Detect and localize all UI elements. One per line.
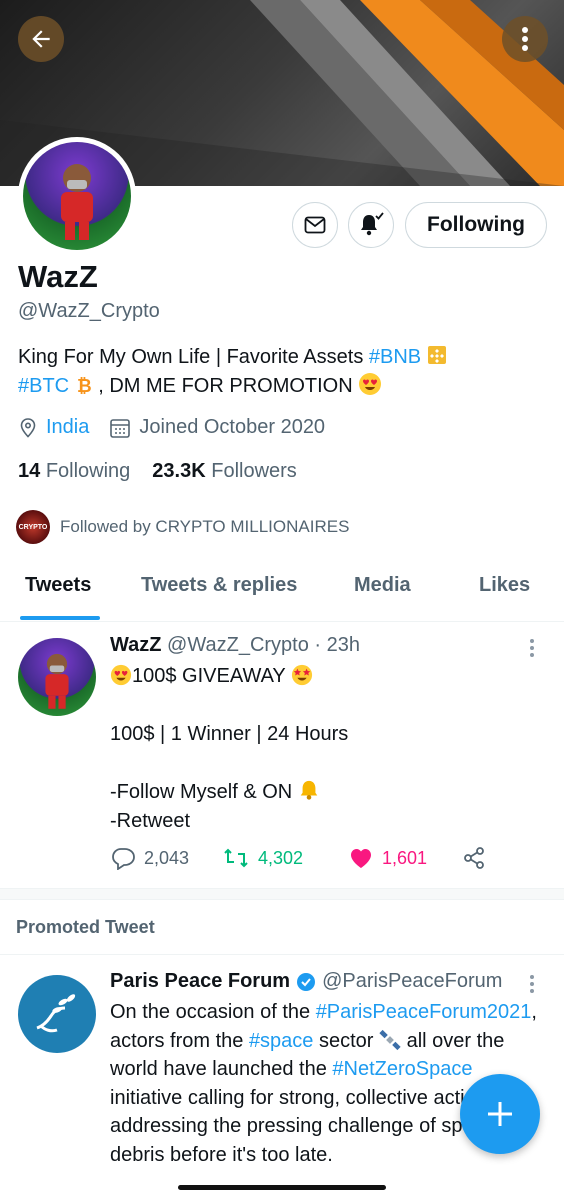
dove-logo-icon bbox=[36, 994, 76, 1033]
tweet-header: WazZ @WazZ_Crypto · 23h bbox=[110, 634, 360, 657]
location-pin-icon bbox=[20, 417, 36, 438]
followers-count: 23.3K bbox=[152, 460, 206, 482]
share-action[interactable] bbox=[462, 846, 486, 870]
calendar-icon bbox=[110, 418, 131, 438]
profile-avatar[interactable] bbox=[18, 137, 136, 255]
divider bbox=[0, 954, 564, 955]
reply-action[interactable]: 2,043 bbox=[110, 846, 222, 870]
follower-avatar-text: CRYPTO bbox=[18, 523, 48, 531]
tweet-more-button[interactable] bbox=[528, 638, 536, 663]
following-button[interactable]: Following bbox=[405, 202, 547, 248]
tweet-line-3: -Follow Myself & ON bbox=[110, 781, 293, 803]
more-vertical-icon bbox=[530, 975, 534, 993]
share-icon bbox=[464, 847, 484, 869]
hashtag-space-link[interactable]: #space bbox=[249, 1030, 314, 1052]
heart-eyes-emoji-icon bbox=[359, 373, 382, 395]
verified-badge-icon bbox=[297, 972, 316, 991]
tweet-handle-time: @WazZ_Crypto · 23h bbox=[167, 634, 360, 656]
profile-name: WazZ bbox=[18, 259, 98, 294]
envelope-icon bbox=[304, 216, 326, 234]
plus-icon bbox=[488, 1102, 512, 1126]
svg-text:₿: ₿ bbox=[77, 376, 92, 395]
promoted-handle: @ParisPeaceForum bbox=[322, 970, 503, 992]
hashtag-parispeaceforum-link[interactable]: #ParisPeaceForum2021 bbox=[316, 1001, 532, 1023]
joined-date: Joined October 2020 bbox=[139, 416, 326, 438]
promoted-tweet-label: Promoted Tweet bbox=[16, 917, 155, 937]
star-struck-emoji-icon bbox=[291, 664, 313, 686]
compose-tweet-button[interactable] bbox=[460, 1074, 540, 1154]
like-action[interactable]: 1,601 bbox=[348, 846, 462, 870]
bell-emoji-icon bbox=[300, 780, 318, 800]
follower-avatar: CRYPTO bbox=[16, 510, 50, 544]
promoted-text-1: On the occasion of the bbox=[110, 1001, 316, 1023]
tweet-line-1: 100$ GIVEAWAY bbox=[132, 665, 286, 687]
message-button[interactable] bbox=[292, 202, 338, 248]
tweet-author-avatar[interactable] bbox=[18, 638, 96, 716]
hashtag-netzerospace-link[interactable]: #NetZeroSpace bbox=[332, 1058, 472, 1080]
back-button[interactable] bbox=[18, 16, 64, 62]
heart-filled-icon bbox=[351, 849, 371, 868]
retweet-action[interactable]: 4,302 bbox=[222, 846, 348, 870]
heart-eyes-emoji-icon bbox=[110, 664, 132, 686]
section-separator bbox=[0, 888, 564, 900]
arrow-left-icon bbox=[32, 30, 50, 48]
promoted-tweet-header: Paris Peace Forum @ParisPeaceForum bbox=[110, 970, 502, 993]
bio-text: King For My Own Life | Favorite Assets bbox=[18, 346, 369, 368]
promoted-more-button[interactable] bbox=[528, 974, 536, 999]
reply-count: 2,043 bbox=[144, 847, 190, 868]
following-count: 14 bbox=[18, 460, 41, 482]
hashtag-bnb-link[interactable]: #BNB bbox=[369, 346, 421, 368]
promoted-text-3: sector bbox=[313, 1029, 380, 1052]
more-vertical-icon bbox=[530, 639, 534, 657]
bell-check-icon bbox=[361, 212, 384, 236]
reply-icon bbox=[112, 848, 135, 870]
like-count: 1,601 bbox=[382, 847, 428, 868]
more-vertical-icon bbox=[522, 27, 528, 51]
followers-stat[interactable]: 23.3K Followers bbox=[152, 460, 297, 483]
tab-tweets-replies[interactable]: Tweets & replies bbox=[141, 574, 297, 597]
home-indicator[interactable] bbox=[178, 1185, 386, 1190]
profile-meta: India Joined October 2020 bbox=[18, 416, 325, 439]
promoted-author-name[interactable]: Paris Peace Forum bbox=[110, 970, 290, 993]
profile-bio: King For My Own Life | Favorite Assets #… bbox=[18, 343, 548, 401]
tweet-author-name[interactable]: WazZ bbox=[110, 634, 161, 656]
tweet-line-4: -Retweet bbox=[110, 810, 191, 832]
profile-tabs: Tweets Tweets & replies Media Likes bbox=[0, 560, 564, 622]
tweet-actions: 2,043 4,302 1,601 bbox=[110, 846, 486, 870]
profile-stats: 14 Following 23.3K Followers bbox=[18, 460, 297, 483]
promoted-text-5: initiative calling for strong, collectiv… bbox=[110, 1086, 508, 1166]
following-stat[interactable]: 14 Following bbox=[18, 460, 130, 483]
active-tab-indicator bbox=[20, 616, 100, 620]
tweet-line-2: 100$ | 1 Winner | 24 Hours bbox=[110, 723, 349, 745]
bio-text-2: , DM ME FOR PROMOTION bbox=[92, 375, 353, 397]
following-label: Following bbox=[45, 460, 131, 482]
followed-by[interactable]: CRYPTO Followed by CRYPTO MILLIONAIRES bbox=[16, 510, 349, 544]
retweet-icon bbox=[224, 848, 248, 868]
retweet-count: 4,302 bbox=[258, 847, 304, 868]
bitcoin-emoji-icon: ₿ bbox=[77, 376, 92, 397]
more-options-button[interactable] bbox=[502, 16, 548, 62]
bnb-emoji-icon bbox=[427, 346, 446, 364]
tab-tweets[interactable]: Tweets bbox=[25, 574, 91, 597]
notifications-button[interactable] bbox=[348, 202, 394, 248]
location-link[interactable]: India bbox=[46, 416, 89, 439]
profile-handle: @WazZ_Crypto bbox=[18, 300, 160, 322]
tweet-text: 100$ GIVEAWAY 100$ | 1 Winner | 24 Hours… bbox=[110, 662, 540, 836]
tab-likes[interactable]: Likes bbox=[479, 574, 530, 597]
tab-media[interactable]: Media bbox=[354, 574, 411, 597]
promoted-author-avatar[interactable] bbox=[18, 975, 96, 1053]
followers-label: Followers bbox=[211, 460, 297, 482]
avatar-image bbox=[23, 142, 131, 250]
followed-by-text: Followed by CRYPTO MILLIONAIRES bbox=[60, 517, 350, 536]
hashtag-btc-link[interactable]: #BTC bbox=[18, 375, 69, 397]
satellite-emoji-icon bbox=[379, 1029, 401, 1050]
